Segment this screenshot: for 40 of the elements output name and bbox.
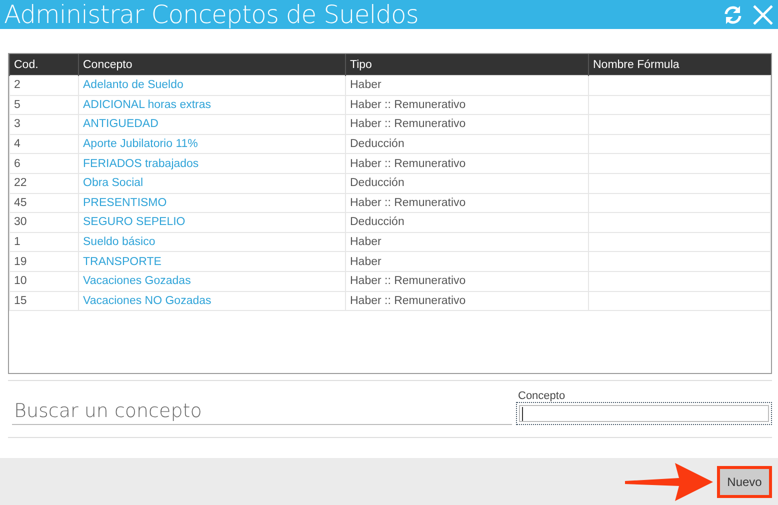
column-header: Cod. xyxy=(10,54,78,76)
table-cell: 15 xyxy=(10,291,78,311)
table-cell: Deducción xyxy=(346,134,588,154)
table-cell: 2 xyxy=(10,76,78,96)
column-header: Concepto xyxy=(78,54,346,76)
concept-input-field[interactable] xyxy=(516,402,772,425)
table-cell: Haber :: Remunerativo xyxy=(346,193,588,213)
table-cell: Haber xyxy=(346,76,588,96)
table-cell: Haber :: Remunerativo xyxy=(346,95,588,115)
table-cell: Haber xyxy=(346,252,588,272)
field-label: Concepto xyxy=(517,390,566,402)
table-cell: 19 xyxy=(10,252,78,272)
table-cell: 10 xyxy=(10,271,78,292)
window-title: Administrar Conceptos de Sueldos xyxy=(4,0,420,29)
table-cell: Haber xyxy=(346,232,588,252)
new-button[interactable]: Nuevo xyxy=(717,466,772,498)
table-cell: 4 xyxy=(10,134,78,154)
concept-link[interactable]: Obra Social xyxy=(83,177,144,190)
close-icon[interactable] xyxy=(752,4,774,26)
concept-link[interactable]: ANTIGUEDAD xyxy=(83,118,158,130)
table-cell: 45 xyxy=(10,193,78,213)
concept-link[interactable]: TRANSPORTE xyxy=(83,256,162,268)
table-cell: 6 xyxy=(10,154,78,174)
table-cell: 22 xyxy=(10,173,78,194)
table-cell: 1 xyxy=(10,232,78,252)
concept-link[interactable]: PRESENTISMO xyxy=(83,196,167,209)
table-cell: 5 xyxy=(10,95,78,115)
table-cell: Haber :: Remunerativo xyxy=(346,291,588,311)
table-cell: Deducción xyxy=(346,173,588,194)
table-cell: Haber :: Remunerativo xyxy=(346,271,588,292)
column-header: Nombre Fórmula xyxy=(588,54,770,76)
table-cell: 3 xyxy=(10,114,78,134)
table-cell: Deducción xyxy=(346,212,588,232)
table-cell: Haber :: Remunerativo xyxy=(346,114,588,134)
table-cell: Haber :: Remunerativo xyxy=(346,154,588,174)
refresh-icon[interactable] xyxy=(722,4,744,26)
table-cell: 30 xyxy=(10,212,78,232)
concept-link[interactable]: Sueldo básico xyxy=(83,236,156,248)
column-header: Tipo xyxy=(346,54,588,76)
search-field[interactable]: Buscar un concepto xyxy=(12,398,512,425)
